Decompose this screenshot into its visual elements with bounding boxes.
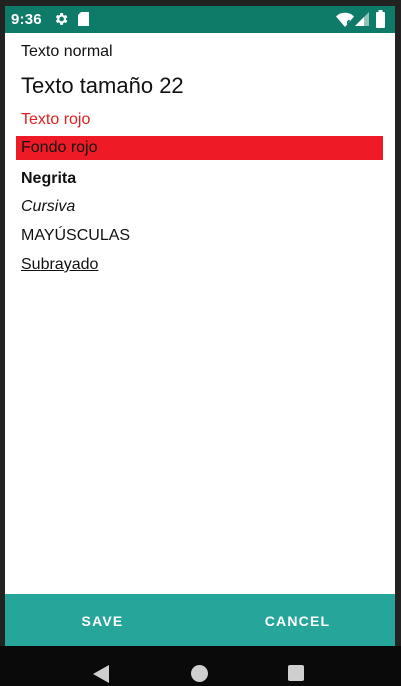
wifi-icon (336, 12, 354, 27)
battery-icon (376, 10, 385, 28)
underline-text: Subrayado (21, 256, 99, 273)
back-icon[interactable] (93, 665, 109, 683)
cancel-button[interactable]: CANCEL (240, 594, 355, 646)
save-button[interactable]: SAVE (45, 594, 160, 646)
red-background-text: Fondo rojo (21, 139, 98, 156)
italic-text: Cursiva (21, 198, 76, 215)
home-icon[interactable] (191, 665, 208, 682)
size-22-text: Texto tamaño 22 (21, 73, 184, 98)
bold-text: Negrita (21, 170, 77, 187)
signal-icon (355, 12, 369, 26)
status-bar: 9:36 (5, 6, 395, 33)
app-screen: 9:36 Texto normal Texto tamaño 22 Texto … (5, 6, 395, 646)
sd-card-icon (78, 12, 89, 26)
phone-frame: 9:36 Texto normal Texto tamaño 22 Texto … (0, 0, 401, 686)
gear-icon (55, 13, 68, 25)
recents-icon[interactable] (288, 665, 304, 681)
uppercase-text: MAYÚSCULAS (21, 227, 131, 244)
red-background-row: Fondo rojo (16, 136, 383, 160)
red-text: Texto rojo (21, 111, 91, 128)
navigation-bar (0, 646, 401, 686)
normal-text: Texto normal (21, 43, 113, 60)
dialog-button-bar: SAVE CANCEL (5, 594, 395, 646)
status-time: 9:36 (11, 11, 42, 28)
